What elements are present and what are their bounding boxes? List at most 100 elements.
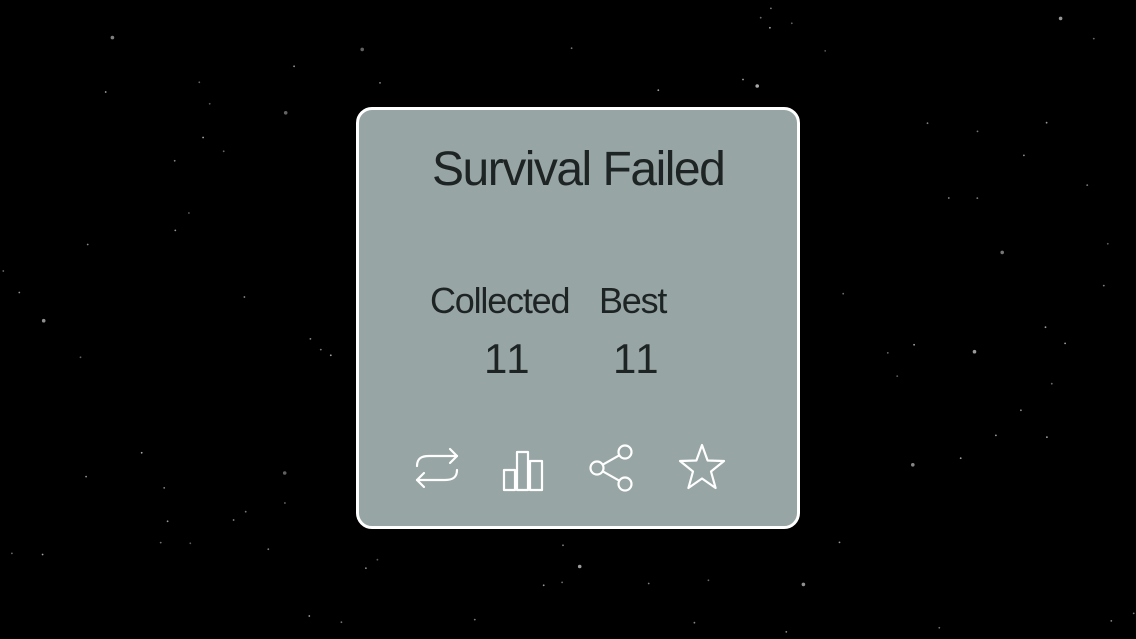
star (1110, 620, 1113, 622)
star (577, 564, 582, 569)
star (959, 457, 962, 460)
star (1023, 154, 1025, 157)
star (2, 270, 5, 272)
star (319, 348, 322, 351)
repeat-icon (415, 447, 459, 489)
star (283, 111, 288, 115)
retry-button[interactable] (411, 442, 463, 494)
star (886, 352, 889, 354)
bar-chart-icon (502, 450, 544, 492)
star (18, 291, 21, 294)
star (1020, 409, 1022, 412)
star (1050, 382, 1053, 385)
star (1000, 250, 1004, 255)
star (189, 542, 192, 545)
star (707, 579, 710, 582)
star (769, 26, 771, 29)
star (202, 136, 205, 139)
star (790, 22, 793, 25)
star (282, 471, 287, 475)
star (562, 544, 564, 547)
star (976, 197, 979, 200)
star (542, 584, 545, 587)
star (174, 229, 177, 232)
star (1044, 326, 1047, 329)
star (896, 375, 899, 377)
star (770, 7, 772, 10)
star (838, 541, 841, 544)
star (842, 292, 845, 295)
star (647, 582, 650, 585)
share-icon (589, 444, 633, 492)
star (232, 519, 235, 521)
share-button[interactable] (587, 442, 639, 494)
star (1102, 284, 1105, 287)
best-label: Best (599, 280, 667, 321)
star (284, 502, 286, 504)
star (11, 552, 13, 555)
star (188, 212, 190, 214)
star (267, 548, 270, 551)
star (79, 356, 82, 359)
star (173, 159, 176, 162)
star (41, 318, 46, 323)
best-value: 11 (613, 335, 661, 382)
star (308, 615, 311, 617)
star (365, 567, 367, 570)
star (243, 296, 246, 298)
star (85, 475, 87, 478)
star (159, 541, 162, 544)
star (41, 553, 44, 556)
star (1064, 342, 1066, 345)
star (742, 78, 744, 81)
star (110, 35, 115, 40)
star (570, 47, 573, 50)
game-over-title: Survival Failed (432, 143, 726, 196)
star (86, 243, 89, 246)
star (947, 197, 950, 199)
leaderboard-button[interactable] (499, 442, 551, 494)
collected-value: 11 (484, 335, 532, 382)
star (1086, 184, 1089, 187)
star (309, 338, 312, 340)
rate-button[interactable] (676, 442, 728, 494)
star (329, 354, 332, 357)
star (926, 122, 929, 125)
star (1045, 121, 1048, 124)
star (1058, 16, 1063, 21)
collected-label: Collected (430, 280, 570, 321)
star (911, 463, 915, 467)
game-scene: Survival Failed Collected Best 11 11 (0, 0, 1136, 639)
star (693, 621, 696, 624)
star (198, 81, 201, 84)
star (360, 47, 365, 52)
star (1046, 436, 1048, 438)
star (561, 581, 563, 584)
star (972, 349, 977, 354)
star (1132, 612, 1135, 615)
star (208, 102, 211, 105)
star (244, 510, 247, 513)
star (995, 434, 997, 437)
star (379, 82, 381, 84)
star (824, 50, 827, 52)
star (657, 89, 660, 92)
star (376, 558, 379, 561)
star (140, 451, 143, 454)
game-over-panel: Survival Failed Collected Best 11 11 (356, 107, 800, 529)
star (293, 65, 295, 68)
star (340, 621, 343, 624)
star (1092, 37, 1095, 40)
star (785, 631, 788, 633)
star (473, 618, 476, 621)
star-icon (678, 443, 726, 490)
star (104, 91, 107, 93)
star (755, 84, 759, 88)
star (222, 150, 225, 153)
star (913, 343, 915, 346)
star (1106, 242, 1109, 245)
star (163, 487, 166, 489)
star (166, 520, 169, 523)
star (759, 16, 762, 19)
star (976, 130, 979, 133)
